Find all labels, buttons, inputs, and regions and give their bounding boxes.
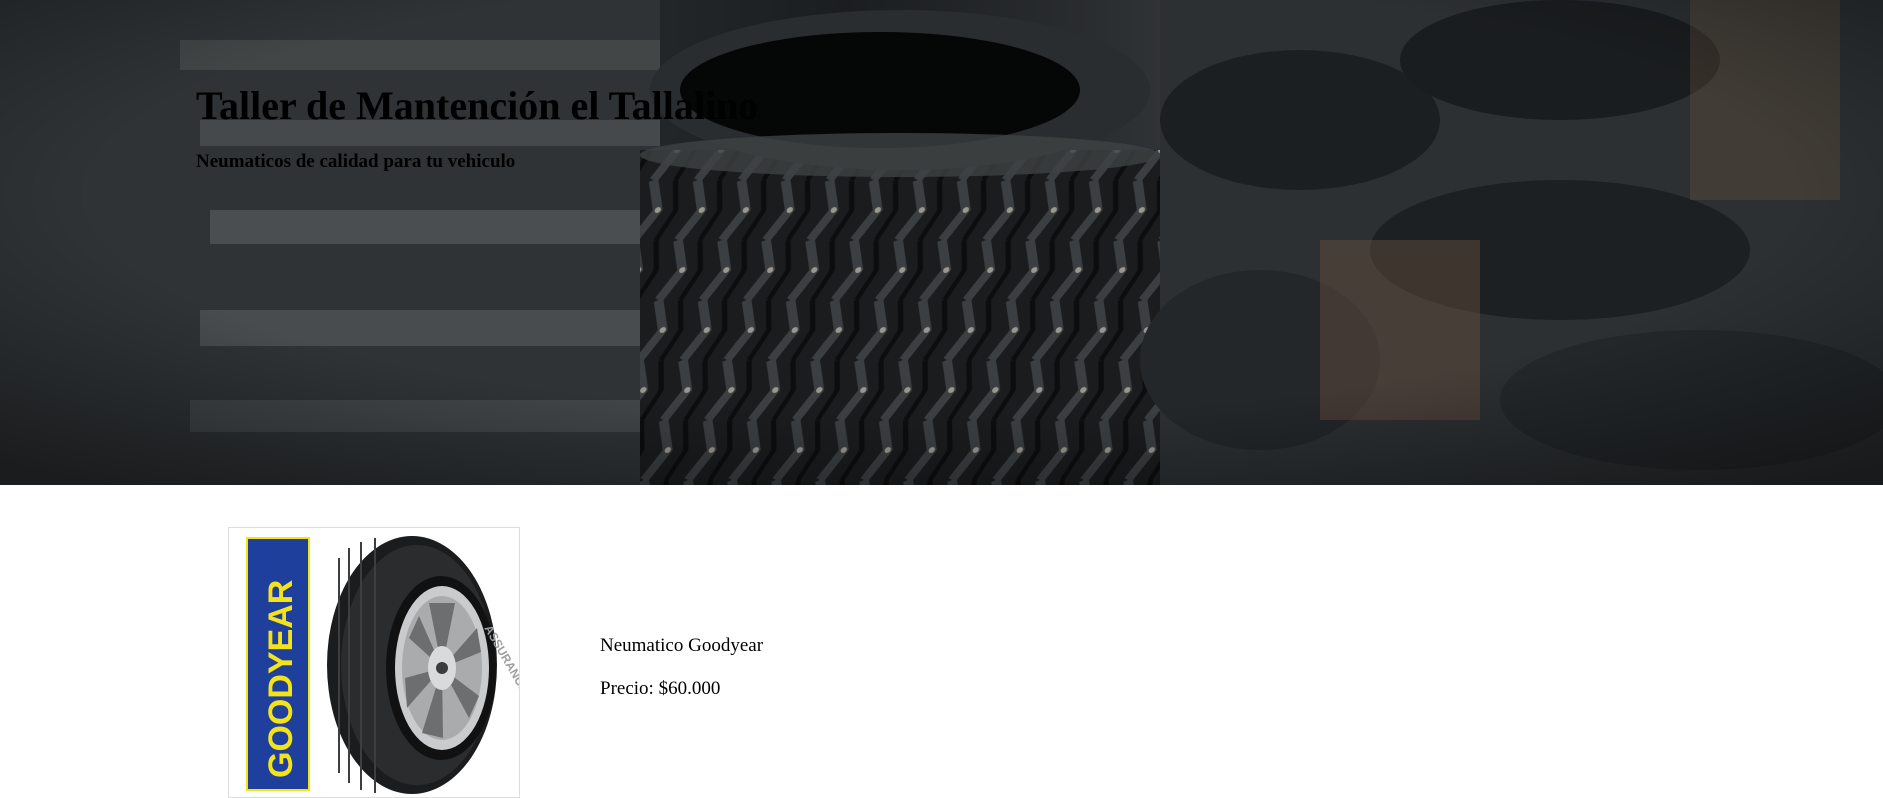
page-title: Taller de Mantención el Tallalino	[196, 83, 759, 128]
page-subtitle: Neumaticos de calidad para tu vehiculo	[196, 151, 516, 172]
tire-background-image	[0, 0, 1883, 485]
product-name: Neumatico Goodyear	[600, 635, 764, 656]
goodyear-logo: GOODYEAR	[262, 580, 300, 778]
product-price: Precio: $60.000	[600, 678, 721, 699]
hero-banner: Taller de Mantención el Tallalino Neumat…	[0, 0, 1883, 485]
product-image: GOODYEAR ASSURANCE	[228, 527, 520, 798]
